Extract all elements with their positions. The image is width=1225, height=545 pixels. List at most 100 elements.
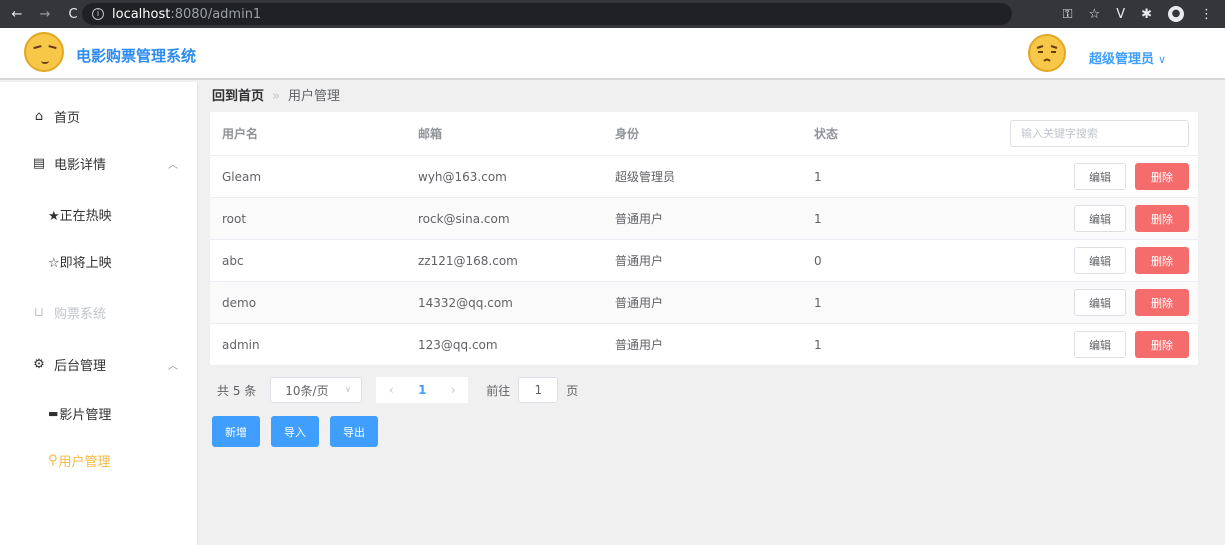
goto-page-input[interactable] <box>518 377 559 403</box>
page-size-select[interactable]: 10条/页 ∨ <box>270 377 363 403</box>
cell-email: 14332@qq.com <box>418 295 513 310</box>
sidebar-item-label: 首页 <box>54 110 81 126</box>
goto-suffix: 页 <box>566 383 579 398</box>
breadcrumb: 回到首页 » 用户管理 <box>212 85 340 104</box>
sidebar: ⌂ 首页 ▤ 电影详情 ︿ ★正在热映 ☆即将上映 ⊔ 购票系统 ⚙ 后台管理 … <box>0 82 198 545</box>
user-table: 用户名 邮箱 身份 状态 Gleam wyh@163.com 超级管理员 1 编… <box>210 112 1198 366</box>
sidebar-item-label: 影片管理 <box>59 407 112 423</box>
column-header-status: 状态 <box>814 127 839 141</box>
gear-icon: ⚙ <box>33 356 45 372</box>
edit-button[interactable]: 编辑 <box>1074 289 1126 316</box>
delete-button[interactable]: 删除 <box>1135 205 1189 232</box>
sidebar-item-ticketing: ⊔ 购票系统 <box>0 301 198 323</box>
next-page-button[interactable]: › <box>438 377 469 403</box>
cell-email: rock@sina.com <box>418 211 510 226</box>
chevron-down-icon: ∨ <box>1158 53 1167 66</box>
page-jumper: 前往 页 <box>486 377 578 403</box>
table-row: abc zz121@168.com 普通用户 0 编辑 删除 <box>210 240 1198 282</box>
cell-username: admin <box>222 337 260 352</box>
document-icon: ▤ <box>32 155 46 171</box>
cell-status: 1 <box>814 337 822 352</box>
table-row: root rock@sina.com 普通用户 1 编辑 删除 <box>210 198 1198 240</box>
export-button[interactable]: 导出 <box>330 416 378 447</box>
chevron-down-icon: ∨ <box>344 385 352 395</box>
cell-username: root <box>222 211 247 226</box>
delete-button[interactable]: 删除 <box>1135 247 1189 274</box>
app-header: 电影购票管理系统 超级管理员 ∨ <box>0 28 1225 80</box>
sidebar-item-movie-details[interactable]: ▤ 电影详情 ︿ <box>0 152 198 174</box>
delete-button[interactable]: 删除 <box>1135 289 1189 316</box>
cell-status: 1 <box>814 295 822 310</box>
page-number-button[interactable]: 1 <box>406 377 439 403</box>
edit-button[interactable]: 编辑 <box>1074 331 1126 358</box>
column-header-role: 身份 <box>615 127 640 141</box>
sidebar-item-label: 购票系统 <box>54 306 107 322</box>
sidebar-item-user-management[interactable]: ⚲ 用户管理 <box>0 449 198 471</box>
sidebar-item-label: 后台管理 <box>54 358 107 374</box>
delete-button[interactable]: 删除 <box>1135 331 1189 358</box>
table-row: admin 123@qq.com 普通用户 1 编辑 删除 <box>210 324 1198 366</box>
sidebar-item-label: 用户管理 <box>58 454 111 470</box>
sidebar-item-coming-soon[interactable]: ☆即将上映 <box>0 250 198 272</box>
cart-icon: ⊔ <box>33 304 45 320</box>
extensions-puzzle-icon[interactable]: ✱ <box>1141 7 1152 22</box>
edit-button[interactable]: 编辑 <box>1074 163 1126 190</box>
breadcrumb-home[interactable]: 回到首页 <box>212 89 264 104</box>
logo-emoji-icon <box>24 32 64 72</box>
site-info-icon[interactable]: i <box>92 8 104 20</box>
cell-email: wyh@163.com <box>418 169 507 184</box>
column-header-username: 用户名 <box>222 127 259 141</box>
action-buttons: 新增 导入 导出 <box>212 416 378 447</box>
pagination-total: 共 5 条 <box>217 383 257 398</box>
reload-icon[interactable]: C <box>66 7 80 22</box>
app-title: 电影购票管理系统 <box>76 47 197 65</box>
forward-icon[interactable]: → <box>38 7 52 22</box>
user-menu[interactable]: 超级管理员 ∨ <box>1089 48 1166 67</box>
profile-icon[interactable]: ● <box>1168 6 1184 22</box>
chevron-left-icon: ‹ <box>388 383 394 397</box>
sidebar-item-label: ★正在热映 <box>48 208 112 224</box>
extension-v-icon[interactable]: V <box>1116 7 1125 22</box>
sidebar-item-label: ☆即将上映 <box>48 255 112 271</box>
key-icon[interactable]: ⚿ <box>1063 7 1073 22</box>
bookmark-star-icon[interactable]: ☆ <box>1089 7 1101 22</box>
chevron-up-icon: ︿ <box>168 159 178 171</box>
prev-page-button[interactable]: ‹ <box>376 377 407 403</box>
cell-role: 普通用户 <box>615 338 664 352</box>
column-header-email: 邮箱 <box>418 127 443 141</box>
table-row: Gleam wyh@163.com 超级管理员 1 编辑 删除 <box>210 156 1198 198</box>
delete-button[interactable]: 删除 <box>1135 163 1189 190</box>
sidebar-item-now-showing[interactable]: ★正在热映 <box>0 203 198 225</box>
sidebar-item-home[interactable]: ⌂ 首页 <box>0 105 198 127</box>
user-name: 超级管理员 <box>1089 52 1155 67</box>
user-icon: ⚲ <box>48 452 58 468</box>
table-header: 用户名 邮箱 身份 状态 <box>210 112 1198 156</box>
cell-username: demo <box>222 295 257 310</box>
import-button[interactable]: 导入 <box>271 416 319 447</box>
edit-button[interactable]: 编辑 <box>1074 205 1126 232</box>
cell-role: 普通用户 <box>615 212 664 226</box>
browser-menu-icon[interactable]: ⋮ <box>1200 7 1213 22</box>
cell-username: abc <box>222 253 244 268</box>
back-icon[interactable]: ← <box>10 7 24 22</box>
search-input[interactable] <box>1010 120 1189 147</box>
sidebar-item-admin[interactable]: ⚙ 后台管理 ︿ <box>0 353 198 375</box>
cell-status: 1 <box>814 169 822 184</box>
film-icon: ▬ <box>48 406 59 420</box>
url-host: localhost <box>112 6 171 22</box>
edit-button[interactable]: 编辑 <box>1074 247 1126 274</box>
home-icon: ⌂ <box>34 108 44 124</box>
cell-status: 1 <box>814 211 822 226</box>
address-bar[interactable]: i localhost:8080/admin1 <box>82 3 1012 25</box>
sidebar-item-film-management[interactable]: ▬ 影片管理 <box>0 402 198 424</box>
goto-prefix: 前往 <box>486 383 511 398</box>
cell-status: 0 <box>814 253 822 268</box>
chevron-right-icon: › <box>450 383 456 397</box>
url-path: :8080/admin1 <box>170 6 262 22</box>
pagination: 共 5 条 10条/页 ∨ ‹ 1 › 前往 页 <box>217 377 578 403</box>
cell-role: 普通用户 <box>615 296 664 310</box>
sidebar-item-label: 电影详情 <box>54 157 107 173</box>
cell-email: 123@qq.com <box>418 337 498 352</box>
user-avatar[interactable] <box>1027 33 1067 73</box>
add-button[interactable]: 新增 <box>212 416 260 447</box>
